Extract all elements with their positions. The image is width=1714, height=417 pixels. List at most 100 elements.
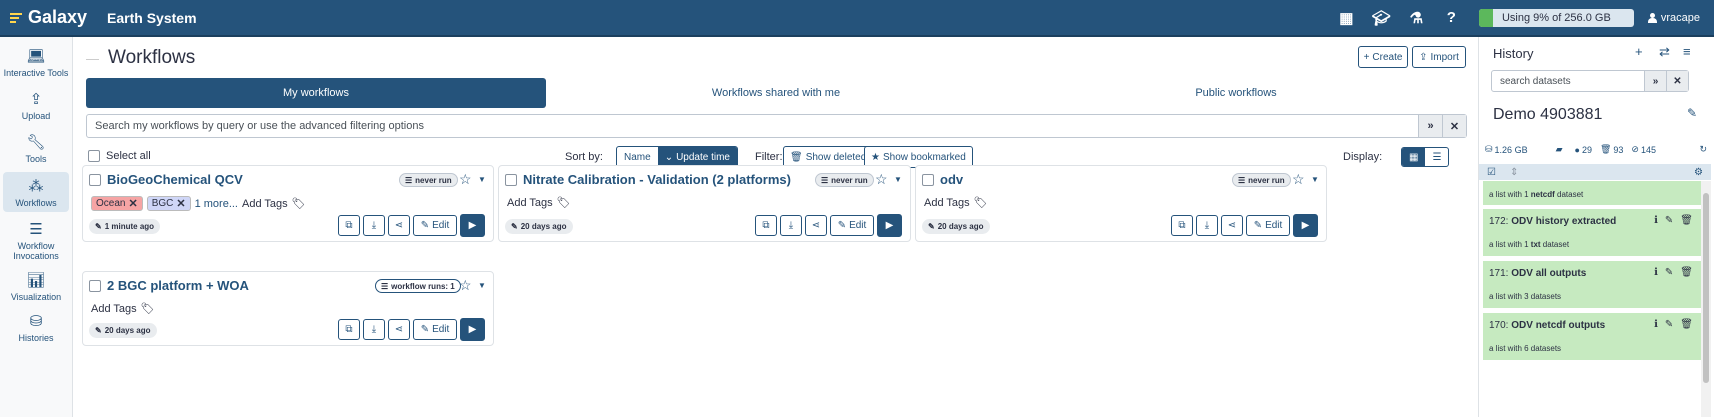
import-button[interactable]: ⇪ Import bbox=[1412, 46, 1466, 68]
add-tags-button[interactable]: Add Tags bbox=[924, 197, 970, 209]
history-scrollbar[interactable] bbox=[1701, 181, 1711, 417]
download-icon[interactable]: ⤓ bbox=[780, 215, 802, 236]
workflow-name[interactable]: Nitrate Calibration - Validation (2 plat… bbox=[523, 172, 791, 187]
activity-interactive-tools[interactable]: 💻︎ Interactive Tools bbox=[3, 43, 69, 82]
share-icon[interactable]: ⋖ bbox=[805, 215, 827, 236]
user-menu[interactable]: vracape bbox=[1647, 12, 1700, 24]
caret-down-icon[interactable]: ▼ bbox=[1311, 175, 1319, 184]
info-icon[interactable]: ℹ bbox=[1654, 319, 1658, 330]
run-button[interactable]: ▶ bbox=[460, 214, 485, 237]
grid-view-icon[interactable]: ▦ bbox=[1402, 148, 1426, 166]
scrollbar-thumb[interactable] bbox=[1703, 193, 1709, 383]
run-button[interactable]: ▶ bbox=[460, 318, 485, 341]
tag-bgc[interactable]: BGC ✕ bbox=[146, 196, 191, 211]
add-tags-button[interactable]: Add Tags bbox=[242, 198, 288, 210]
bookmark-star-icon[interactable]: ☆ bbox=[459, 277, 472, 294]
shown-count[interactable]: ● 29 bbox=[1575, 145, 1592, 155]
refresh-icon[interactable]: ↻ bbox=[1699, 144, 1707, 155]
gear-icon[interactable]: ⚙ bbox=[1694, 167, 1703, 178]
share-icon[interactable]: ⋖ bbox=[1221, 215, 1243, 236]
tab-shared-workflows[interactable]: Workflows shared with me bbox=[546, 78, 1006, 108]
sort-update-time-button[interactable]: ⌄ Update time bbox=[657, 147, 737, 167]
caret-down-icon[interactable]: ▼ bbox=[478, 175, 486, 184]
edit-button[interactable]: ✎ Edit bbox=[830, 215, 874, 236]
switch-history-icon[interactable]: ⇄ bbox=[1659, 44, 1670, 60]
remove-tag-icon[interactable]: ✕ bbox=[128, 197, 137, 210]
copy-icon[interactable]: ⧉ bbox=[338, 319, 360, 340]
edit-button[interactable]: ✎ Edit bbox=[413, 319, 457, 340]
info-icon[interactable]: ℹ bbox=[1654, 215, 1658, 226]
run-button[interactable]: ▶ bbox=[1293, 214, 1318, 237]
activity-histories[interactable]: ⛁ Histories bbox=[3, 308, 69, 347]
activity-workflow-invocations[interactable]: ☰ Workflow Invocations bbox=[3, 216, 69, 265]
clear-search-icon[interactable]: ✕ bbox=[1666, 71, 1688, 91]
advanced-filter-toggle-icon[interactable]: » bbox=[1644, 71, 1666, 91]
help-icon[interactable]: ? bbox=[1434, 0, 1469, 36]
info-icon[interactable]: ℹ bbox=[1654, 267, 1658, 278]
edit-icon[interactable]: ✎ bbox=[1665, 267, 1673, 278]
grid-icon[interactable]: ▦ bbox=[1329, 0, 1364, 36]
copy-icon[interactable]: ⧉ bbox=[338, 215, 360, 236]
workflow-checkbox[interactable] bbox=[505, 174, 517, 186]
share-icon[interactable]: ⋖ bbox=[388, 319, 410, 340]
download-icon[interactable]: ⤓ bbox=[1196, 215, 1218, 236]
more-tags-link[interactable]: 1 more... bbox=[195, 198, 238, 210]
caret-down-icon[interactable]: ▼ bbox=[894, 175, 902, 184]
select-items-icon[interactable]: ☑ bbox=[1487, 167, 1496, 178]
edit-icon[interactable]: ✎ bbox=[1665, 319, 1673, 330]
tab-public-workflows[interactable]: Public workflows bbox=[1006, 78, 1466, 108]
activity-visualization[interactable]: 📊︎ Visualization bbox=[3, 267, 69, 306]
workflow-checkbox[interactable] bbox=[89, 174, 101, 186]
advanced-filter-toggle-icon[interactable]: » bbox=[1418, 115, 1442, 137]
download-icon[interactable]: ⤓ bbox=[363, 319, 385, 340]
trash-icon[interactable]: 🗑︎ bbox=[1680, 215, 1693, 226]
edit-icon[interactable]: ✎ bbox=[1687, 106, 1697, 120]
dataset-item[interactable]: 171: ODV all outputs ℹ ✎ 🗑︎ a list with 3 … bbox=[1483, 261, 1701, 310]
edit-button[interactable]: ✎ Edit bbox=[413, 215, 457, 236]
plus-icon[interactable]: + bbox=[1635, 44, 1643, 59]
select-all-checkbox[interactable] bbox=[88, 150, 100, 162]
copy-icon[interactable]: ⧉ bbox=[755, 215, 777, 236]
edit-icon[interactable]: ✎ bbox=[1665, 215, 1673, 226]
create-button[interactable]: + Create bbox=[1358, 46, 1408, 68]
bookmark-star-icon[interactable]: ☆ bbox=[459, 171, 472, 188]
dataset-item[interactable]: 170: ODV netcdf outputs ℹ ✎ 🗑︎ a list with… bbox=[1483, 313, 1701, 362]
flask-icon[interactable]: ⚗︎ bbox=[1399, 0, 1434, 36]
list-view-icon[interactable]: ☰ bbox=[1425, 148, 1448, 166]
storage-icon[interactable]: ▰ bbox=[1556, 144, 1563, 155]
activity-workflows[interactable]: ⁂ Workflows bbox=[3, 172, 69, 212]
sort-name-button[interactable]: Name bbox=[617, 147, 658, 167]
tag-ocean[interactable]: Ocean ✕ bbox=[91, 196, 143, 211]
caret-down-icon[interactable]: ▼ bbox=[478, 281, 486, 290]
instance-title[interactable]: Earth System bbox=[107, 10, 196, 26]
workflow-name[interactable]: 2 BGC platform + WOA bbox=[107, 278, 249, 293]
add-tags-button[interactable]: Add Tags bbox=[91, 303, 137, 315]
history-search[interactable]: search datasets » ✕ bbox=[1491, 70, 1689, 92]
dataset-item[interactable]: a list with 1 netcdf dataset bbox=[1483, 181, 1701, 207]
share-icon[interactable]: ⋖ bbox=[388, 215, 410, 236]
workflow-checkbox[interactable] bbox=[922, 174, 934, 186]
deleted-count[interactable]: 🗑︎ 93 bbox=[1600, 144, 1623, 155]
search-input[interactable]: Search my workflows by query or use the … bbox=[87, 120, 1418, 132]
remove-tag-icon[interactable]: ✕ bbox=[176, 197, 185, 210]
history-menu-icon[interactable]: ≡ bbox=[1683, 44, 1691, 59]
activity-upload[interactable]: ⇪ Upload bbox=[3, 86, 69, 125]
activity-tools[interactable]: 🔧︎ Tools bbox=[3, 129, 69, 168]
tab-my-workflows[interactable]: My workflows bbox=[86, 78, 546, 108]
hidden-count[interactable]: ⊘ 145 bbox=[1631, 144, 1656, 155]
graduation-cap-icon[interactable]: 🎓︎ bbox=[1364, 0, 1399, 36]
history-name[interactable]: Demo 4903881 bbox=[1493, 106, 1602, 124]
workflow-name[interactable]: BioGeoChemical QCV bbox=[107, 172, 243, 187]
clear-search-icon[interactable]: ✕ bbox=[1442, 115, 1466, 137]
bookmark-star-icon[interactable]: ☆ bbox=[1292, 171, 1305, 188]
workflow-name[interactable]: odv bbox=[940, 172, 963, 187]
workflow-search[interactable]: Search my workflows by query or use the … bbox=[86, 114, 1467, 138]
trash-icon[interactable]: 🗑︎ bbox=[1680, 319, 1693, 330]
history-search-input[interactable]: search datasets bbox=[1492, 76, 1644, 87]
trash-icon[interactable]: 🗑︎ bbox=[1680, 267, 1693, 278]
galaxy-logo[interactable]: Galaxy bbox=[0, 7, 87, 28]
add-tags-button[interactable]: Add Tags bbox=[507, 197, 553, 209]
dataset-item[interactable]: 172: ODV history extracted ℹ ✎ 🗑︎ a list w… bbox=[1483, 209, 1701, 258]
copy-icon[interactable]: ⧉ bbox=[1171, 215, 1193, 236]
run-count-badge[interactable]: ☰ workflow runs: 1 bbox=[375, 279, 461, 293]
